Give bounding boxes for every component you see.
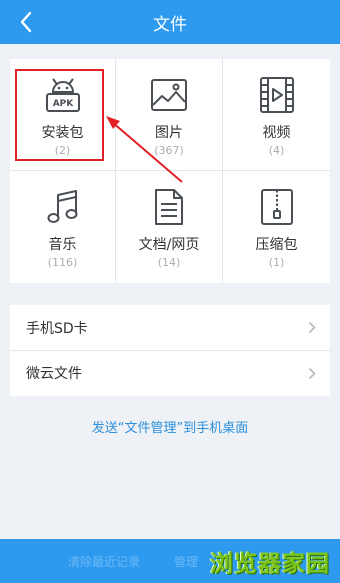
category-label: 文档/网页: [138, 237, 200, 253]
category-label: 图片: [155, 125, 183, 141]
list-item-label: 微云文件: [26, 366, 82, 382]
category-archives[interactable]: 压缩包 (1): [223, 171, 330, 283]
category-grid: APK 安装包 (2) 图片 (367) 视频 (4) 音乐 (116) 文档/…: [10, 59, 330, 283]
manage-button[interactable]: 管理: [174, 553, 198, 570]
category-label: 压缩包: [255, 237, 298, 253]
clear-recent-button[interactable]: 清除最近记录: [68, 553, 140, 570]
apk-badge-text: APK: [52, 99, 74, 109]
chevron-left-icon: [20, 11, 32, 33]
category-videos[interactable]: 视频 (4): [223, 59, 330, 171]
category-count: (367): [154, 144, 184, 157]
music-note-icon: [47, 190, 77, 223]
category-images[interactable]: 图片 (367): [116, 59, 223, 171]
category-count: (116): [47, 256, 78, 269]
zip-archive-icon: [260, 189, 293, 225]
category-documents[interactable]: 文档/网页 (14): [116, 171, 223, 283]
back-button[interactable]: [12, 8, 40, 36]
category-count: (1): [268, 256, 285, 269]
category-label: 视频: [262, 125, 291, 141]
send-to-desktop-link[interactable]: 发送“文件管理”到手机桌面: [0, 417, 340, 436]
watermark-text: 浏览器家园: [210, 551, 330, 577]
category-label: 音乐: [48, 237, 77, 253]
document-icon: [155, 189, 183, 225]
category-count: (4): [268, 144, 285, 157]
apk-android-icon: APK: [45, 78, 80, 112]
top-bar: 文件: [0, 0, 340, 44]
image-icon: [151, 79, 187, 111]
category-label: 安装包: [41, 125, 84, 141]
list-item-label: 手机SD卡: [26, 320, 88, 337]
category-apk[interactable]: APK 安装包 (2): [10, 59, 116, 171]
category-music[interactable]: 音乐 (116): [10, 171, 116, 283]
page-title: 文件: [153, 14, 187, 35]
storage-list: 手机SD卡 微云文件: [10, 305, 330, 396]
video-film-icon: [259, 77, 294, 113]
category-count: (14): [157, 256, 181, 269]
category-count: (2): [54, 144, 71, 157]
list-item-weiyun[interactable]: 微云文件: [10, 350, 330, 395]
list-item-sd-card[interactable]: 手机SD卡: [10, 305, 330, 350]
watermark-logo: 浏览器家园: [210, 539, 330, 583]
chevron-right-icon: [308, 367, 316, 380]
chevron-right-icon: [308, 321, 316, 334]
